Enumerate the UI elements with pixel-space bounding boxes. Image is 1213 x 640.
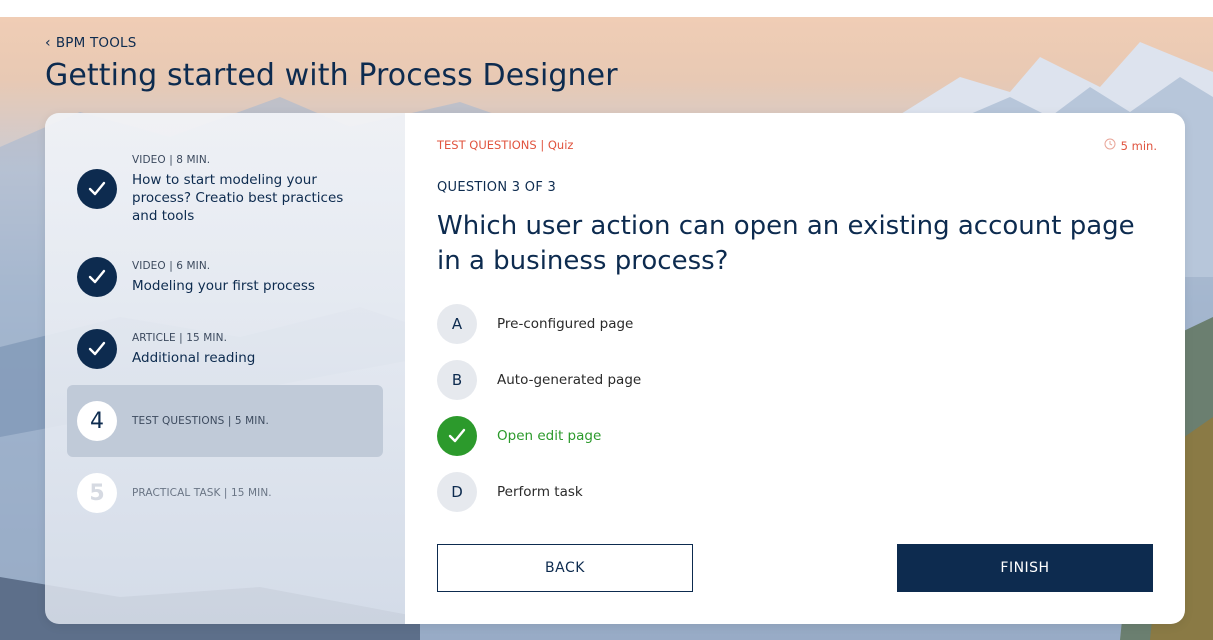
step-title: How to start modeling your process? Crea…	[132, 172, 344, 224]
step-meta: TEST QUESTIONS | 5 MIN.	[132, 415, 269, 427]
page-title: Getting started with Process Designer	[45, 58, 618, 93]
step-item-3[interactable]: ARTICLE | 15 MIN. Additional reading	[67, 329, 383, 369]
chevron-left-icon: ‹	[45, 35, 51, 51]
option-label: Perform task	[497, 484, 583, 500]
step-meta: VIDEO | 6 MIN.	[132, 260, 211, 272]
check-icon	[77, 329, 117, 369]
breadcrumb-label: BPM TOOLS	[55, 35, 137, 51]
step-meta: PRACTICAL TASK | 15 MIN.	[132, 487, 272, 499]
duration-label: 5 min.	[1104, 138, 1157, 153]
question-text: Which user action can open an existing a…	[437, 211, 1135, 276]
option-label: Auto-generated page	[497, 372, 642, 388]
answer-option-d[interactable]: D Perform task	[437, 472, 583, 512]
breadcrumb-link[interactable]: ‹ BPM TOOLS	[45, 35, 137, 51]
step-number: 5	[77, 473, 117, 513]
check-icon	[77, 169, 117, 209]
answer-option-c-correct[interactable]: Open edit page	[437, 416, 601, 456]
course-steps-sidebar: VIDEO | 8 MIN. How to start modeling you…	[45, 113, 405, 624]
finish-button[interactable]: FINISH	[897, 544, 1153, 592]
step-item-1[interactable]: VIDEO | 8 MIN. How to start modeling you…	[67, 153, 383, 225]
option-label: Open edit page	[497, 428, 602, 444]
answer-option-a[interactable]: A Pre-configured page	[437, 304, 633, 344]
option-label: Pre-configured page	[497, 316, 634, 332]
step-title: Modeling your first process	[132, 278, 315, 294]
clock-icon	[1104, 138, 1116, 153]
step-meta: ARTICLE | 15 MIN.	[132, 332, 228, 344]
answer-option-b[interactable]: B Auto-generated page	[437, 360, 641, 400]
option-letter: D	[437, 472, 477, 512]
step-item-4-active[interactable]: 4 TEST QUESTIONS | 5 MIN.	[67, 385, 383, 457]
quiz-panel: TEST QUESTIONS | Quiz 5 min. QUESTION 3 …	[405, 113, 1185, 624]
step-title: Additional reading	[132, 350, 256, 366]
check-icon	[437, 416, 477, 456]
question-counter: QUESTION 3 OF 3	[437, 180, 557, 195]
step-item-2[interactable]: VIDEO | 6 MIN. Modeling your first proce…	[67, 257, 383, 297]
step-item-5[interactable]: 5 PRACTICAL TASK | 15 MIN.	[67, 473, 383, 513]
duration-text: 5 min.	[1120, 138, 1157, 153]
option-letter: A	[437, 304, 477, 344]
back-button[interactable]: BACK	[437, 544, 693, 592]
option-letter: B	[437, 360, 477, 400]
course-card: VIDEO | 8 MIN. How to start modeling you…	[45, 113, 1185, 624]
top-bar	[0, 0, 1213, 17]
quiz-type-label: TEST QUESTIONS | Quiz	[437, 138, 574, 152]
step-meta: VIDEO | 8 MIN.	[132, 154, 211, 166]
step-number: 4	[77, 401, 117, 441]
check-icon	[77, 257, 117, 297]
